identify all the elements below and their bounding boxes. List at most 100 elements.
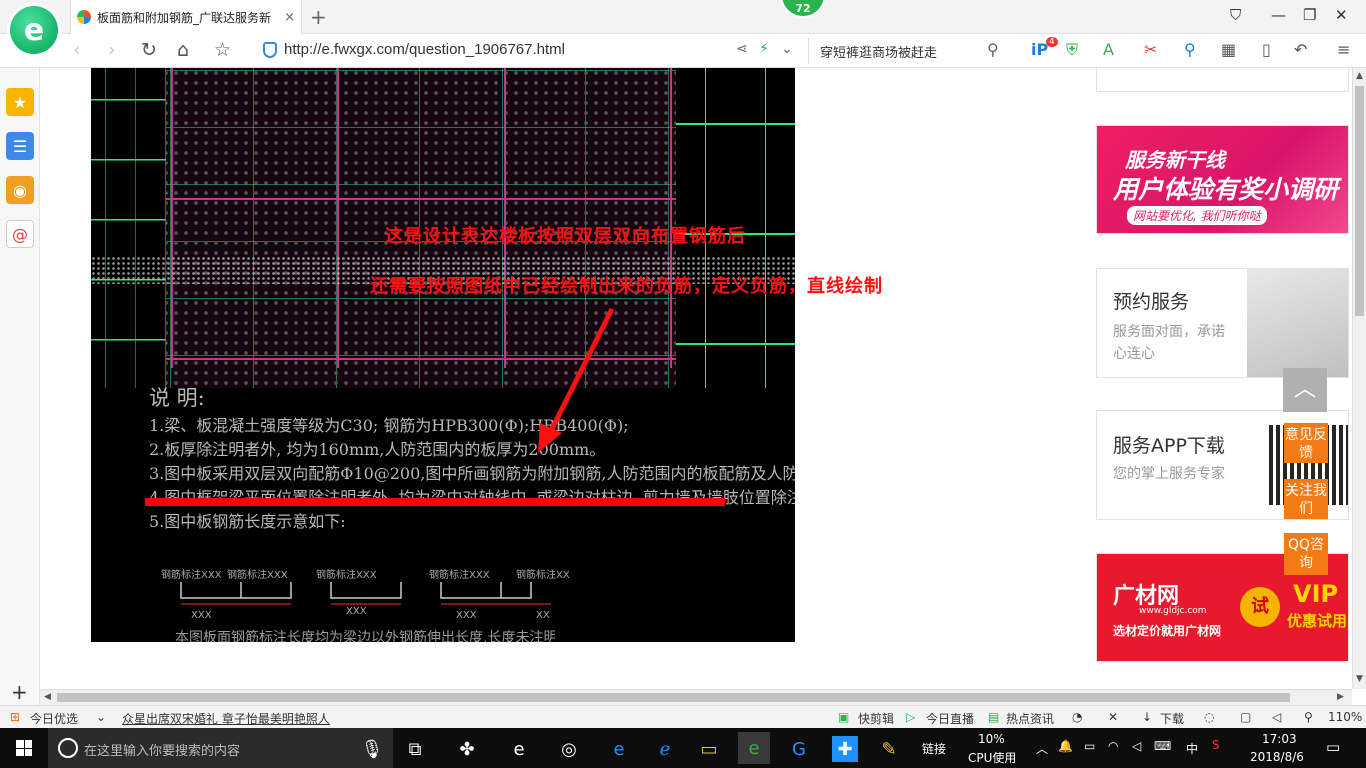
- chevron-up-icon[interactable]: ︿: [1036, 740, 1048, 757]
- plus-app-icon[interactable]: ✚: [832, 736, 858, 762]
- news-icon[interactable]: ▤: [988, 710, 999, 724]
- reader-icon[interactable]: ▯: [1262, 40, 1271, 59]
- app-title: 服务APP下载: [1113, 435, 1225, 457]
- file-explorer-icon[interactable]: ▭: [696, 736, 722, 762]
- email-icon[interactable]: @: [6, 220, 34, 248]
- battery-icon[interactable]: ▭: [1084, 739, 1095, 753]
- search-input[interactable]: 穿短裤逛商场被赶走: [820, 42, 937, 61]
- live-link[interactable]: 今日直播: [926, 710, 974, 727]
- back-arrow-icon[interactable]: ‹: [73, 39, 81, 61]
- scroll-left-icon[interactable]: ◀: [44, 692, 51, 702]
- refresh-icon[interactable]: ↻: [141, 39, 157, 61]
- survey-ad-banner[interactable]: 服务新干线 用户体验有奖小调研 网站要优化, 我们听你哒: [1096, 125, 1349, 234]
- keyboard-icon[interactable]: ⌨: [1154, 739, 1171, 753]
- windows-taskbar: 在这里输入你要搜索的内容 🎙 ⧉ ✤ e ◎ e ℯ ▭ e G ✚ ✎ 链接 …: [0, 728, 1366, 768]
- scroll-right-icon[interactable]: ▶: [1337, 692, 1344, 702]
- menu-icon[interactable]: ≡: [1337, 40, 1350, 59]
- safety-shield-icon[interactable]: ⛨: [1066, 40, 1078, 60]
- today-pick-link[interactable]: 今日优选: [30, 710, 78, 727]
- browser-e-icon[interactable]: e: [506, 736, 532, 762]
- follow-us-button[interactable]: 关注我们: [1284, 479, 1328, 519]
- news-ticker-link[interactable]: 众星出席双宋婚礼 章子怡最美明艳照人: [122, 710, 330, 727]
- chevron-down-icon[interactable]: ⌄: [96, 710, 106, 724]
- taskbar-search-input[interactable]: 在这里输入你要搜索的内容: [84, 740, 240, 759]
- feedback-button[interactable]: 意见反馈: [1284, 423, 1328, 463]
- ad-partial-top[interactable]: [1096, 68, 1349, 92]
- edge-icon[interactable]: e: [606, 736, 632, 762]
- download-icon[interactable]: ↓: [1142, 710, 1152, 724]
- live-play-icon[interactable]: ▷: [906, 710, 915, 724]
- hot-news-link[interactable]: 热点资讯: [1006, 710, 1054, 727]
- new-tab-button[interactable]: +: [310, 5, 327, 29]
- undo-icon[interactable]: ↶: [1294, 40, 1307, 59]
- vertical-scroll-thumb[interactable]: [1355, 86, 1364, 316]
- volume-icon[interactable]: ◁: [1132, 739, 1141, 753]
- horizontal-scrollbar[interactable]: ◀ ▶: [40, 689, 1352, 705]
- address-input[interactable]: http://e.fwxgx.com/question_1906767.html: [284, 41, 565, 58]
- zoom-level[interactable]: 110%: [1328, 710, 1362, 724]
- zoom-icon[interactable]: ⚲: [1304, 710, 1313, 724]
- pin-icon[interactable]: ✕: [1108, 710, 1118, 724]
- pinwheel-app-icon[interactable]: ✤: [454, 736, 480, 762]
- horizontal-scroll-thumb[interactable]: [57, 693, 1290, 702]
- add-sidebar-item-button[interactable]: +: [11, 680, 28, 704]
- red-arrow-icon: [538, 307, 615, 453]
- action-center-icon[interactable]: ▭: [1326, 738, 1340, 756]
- booking-service-card[interactable]: 预约服务 服务面对面，承诺心连心: [1096, 268, 1349, 378]
- apps-grid-icon[interactable]: ▦: [1221, 40, 1236, 59]
- qq-consult-button[interactable]: QQ咨询: [1284, 533, 1328, 575]
- forward-arrow-icon[interactable]: ›: [108, 39, 116, 61]
- window-icon[interactable]: ▢: [1240, 710, 1251, 724]
- vertical-scrollbar[interactable]: ▲ ▼: [1352, 68, 1366, 689]
- quick-cut-link[interactable]: 快剪辑: [858, 710, 894, 727]
- weibo-icon[interactable]: ◉: [6, 176, 34, 204]
- notification-bell-icon[interactable]: 🔔: [1058, 739, 1073, 753]
- quick-cut-icon[interactable]: ▣: [838, 710, 849, 724]
- windows-start-button[interactable]: [0, 728, 48, 768]
- lightning-icon[interactable]: ⚡: [759, 41, 769, 57]
- speed-icon[interactable]: ◔: [1072, 710, 1082, 724]
- tab-close-icon[interactable]: ×: [284, 10, 295, 25]
- clock-date[interactable]: 2018/8/6: [1250, 750, 1304, 764]
- score-badge[interactable]: 72: [780, 0, 826, 18]
- browser-360-icon[interactable]: e: [738, 732, 770, 764]
- glodon-g-icon[interactable]: G: [786, 736, 812, 762]
- scroll-down-icon[interactable]: ▼: [1356, 674, 1363, 684]
- clock-time[interactable]: 17:03: [1262, 732, 1297, 746]
- link-toolbar[interactable]: 链接: [922, 740, 946, 757]
- cad-left-region: [91, 68, 166, 388]
- browser-tab[interactable]: 板面筋和附加钢筋_广联达服务新 ×: [70, 0, 302, 34]
- sogou-ime-icon[interactable]: S: [1212, 738, 1220, 752]
- beam-line: [337, 68, 339, 368]
- translate-icon[interactable]: A: [1103, 40, 1114, 59]
- search-icon[interactable]: ⚲: [987, 40, 999, 59]
- gift-icon[interactable]: ⊞: [10, 710, 20, 724]
- microphone-icon[interactable]: 🎙: [359, 736, 385, 762]
- swirl-app-icon[interactable]: ◎: [556, 736, 582, 762]
- scroll-up-icon[interactable]: ▲: [1356, 71, 1363, 81]
- maximize-button[interactable]: ❐: [1303, 6, 1316, 24]
- minimize-button[interactable]: —: [1271, 6, 1286, 24]
- close-window-button[interactable]: ✕: [1335, 6, 1348, 24]
- windows-logo-icon: [16, 740, 32, 756]
- favorite-star-icon[interactable]: ☆: [214, 39, 231, 61]
- share-icon[interactable]: ⋖: [736, 41, 748, 57]
- sound-icon[interactable]: ◁: [1272, 710, 1281, 724]
- skin-shirt-icon[interactable]: ⛉: [1230, 6, 1241, 24]
- download-link[interactable]: 下载: [1160, 710, 1184, 727]
- task-view-icon[interactable]: ⧉: [402, 736, 428, 762]
- magnifier-icon[interactable]: ⚲: [1184, 40, 1196, 59]
- chevron-down-icon[interactable]: ⌄: [781, 41, 793, 57]
- cortana-icon[interactable]: [58, 738, 78, 758]
- ie-mode-icon[interactable]: ◌: [1204, 710, 1214, 724]
- home-icon[interactable]: ⌂: [177, 39, 189, 61]
- notepad-icon[interactable]: ✎: [876, 736, 902, 762]
- favorites-star-icon[interactable]: ★: [6, 88, 34, 116]
- browser-logo-icon[interactable]: e: [10, 6, 58, 54]
- ie-icon[interactable]: ℯ: [652, 736, 678, 762]
- wifi-icon[interactable]: ◠: [1108, 739, 1118, 753]
- ime-indicator[interactable]: 中: [1186, 740, 1198, 757]
- back-to-top-button[interactable]: ︿: [1283, 368, 1327, 412]
- reading-list-icon[interactable]: ☰: [6, 132, 34, 160]
- scissors-icon[interactable]: ✂: [1144, 40, 1157, 59]
